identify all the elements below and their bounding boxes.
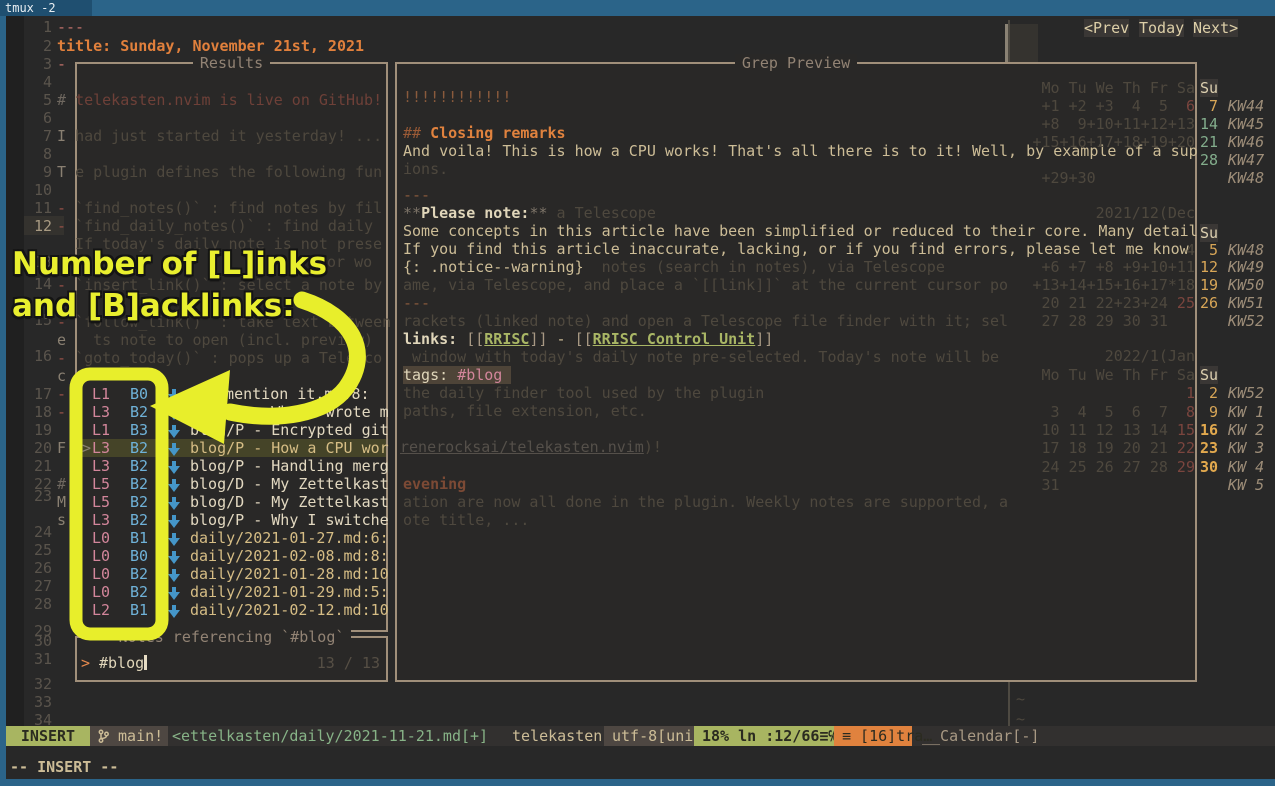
backlinks-count: B2 <box>130 403 148 421</box>
links-count: L0 <box>92 583 110 601</box>
status-segment-mode: INSERT <box>6 726 90 746</box>
result-filename: daily/2021-01-27.md:6: <box>190 529 389 547</box>
result-filename: daily/2021-01-29.md:5: <box>190 583 389 601</box>
result-row[interactable]: L0 B1 daily/2021-01-27.md:6: <box>77 529 386 547</box>
prompt-title: Notes referencing `#blog` <box>112 628 352 646</box>
backlinks-count: B2 <box>130 583 148 601</box>
down-arrow-icon <box>168 604 180 622</box>
backlinks-count: B2 <box>130 457 148 475</box>
result-row[interactable]: L0 B0 daily/2021-02-08.md:8: <box>77 547 386 565</box>
links-count: L3 <box>92 403 110 421</box>
result-filename: daily/2021-01-28.md:10 <box>190 565 389 583</box>
vim-mode-message: -- INSERT -- <box>10 758 118 776</box>
statusline: INSERT main!<ettelkasten/daily/2021-11-2… <box>6 726 1275 746</box>
annotation-text-line1: Number of [L]inks <box>12 244 327 284</box>
result-filename: blog/D - My Zettelkast <box>190 475 389 493</box>
links-count: L5 <box>92 493 110 511</box>
cursorline-highlight <box>24 216 64 235</box>
tmux-title-bar: tmux -2 <box>0 0 1275 16</box>
result-row[interactable]: L1 B3 blog/P - Encrypted git <box>77 421 386 439</box>
status-segment-plain: telekasten <box>504 726 610 746</box>
result-filename: blog/P - How a CPU wor <box>190 439 389 457</box>
tmux-title: tmux -2 <box>5 1 56 15</box>
links-count: L1 <box>92 421 110 439</box>
result-row[interactable]: L0 B2 daily/2021-01-28.md:10 <box>77 565 386 583</box>
results-title: Results <box>193 54 270 72</box>
result-filename: blog/P - Why I switche <box>190 511 389 529</box>
backlinks-count: B2 <box>130 493 148 511</box>
links-count: L1 <box>92 385 110 403</box>
backlinks-count: B0 <box>130 385 148 403</box>
result-filename: daily/2021-02-08.md:8: <box>190 547 389 565</box>
result-row[interactable]: L3 B2 blog/P - Handling merg <box>77 457 386 475</box>
result-filename: daily/2021-02-12.md:10 <box>190 601 389 619</box>
result-filename: blog/P - Encrypted git <box>190 421 389 439</box>
git-branch-icon <box>98 727 109 745</box>
backlinks-count: B0 <box>130 547 148 565</box>
result-filename: blog/D - My Zettelkast <box>190 493 389 511</box>
result-row[interactable]: L3 B2 blog/P - Why I switche <box>77 511 386 529</box>
calendar-nav-button[interactable]: <Prev <box>1084 19 1129 37</box>
result-row[interactable]: L3 B2 blog/P - Why I wrote m <box>77 403 386 421</box>
result-filename: i mention it.md:8: <box>207 385 370 403</box>
backlinks-count: B2 <box>130 439 148 457</box>
gutter-strip <box>6 16 24 726</box>
links-count: L3 <box>92 511 110 529</box>
backlinks-count: B3 <box>130 421 148 439</box>
status-segment-file: <ettelkasten/daily/2021-11-21.md[+] <box>164 726 496 746</box>
prompt-window[interactable]: Notes referencing `#blog` <box>75 636 388 682</box>
links-count: L2 <box>92 601 110 619</box>
links-count: L5 <box>92 475 110 493</box>
status-segment-pos: 18% ln :12/66≡℅:50 <box>694 726 834 746</box>
terminal-bottom-border <box>0 779 1275 786</box>
result-row[interactable]: L1 B0 i mention it.md:8: <box>77 385 386 403</box>
backlinks-count: B2 <box>130 475 148 493</box>
annotation-text-line2: and [B]acklinks: <box>12 286 295 326</box>
links-count: L0 <box>92 529 110 547</box>
result-row[interactable]: L5 B2 blog/D - My Zettelkast <box>77 493 386 511</box>
status-segment-cal: __Calendar[-] <box>914 726 1047 746</box>
result-filename: blog/P - Why I wrote m <box>190 403 389 421</box>
status-segment-tab: ≡ [16]tra… <box>834 726 912 746</box>
links-count: L0 <box>92 565 110 583</box>
status-segment-enc: utf-8[unix] <box>604 726 694 746</box>
result-row[interactable]: L5 B2 blog/D - My Zettelkast <box>77 475 386 493</box>
calendar-nav-button[interactable]: Next> <box>1193 19 1238 37</box>
result-row[interactable]: >L3 B2 blog/P - How a CPU wor <box>77 439 386 457</box>
selection-caret: > <box>82 439 91 457</box>
result-filename: blog/P - Handling merg <box>190 457 389 475</box>
links-count: L0 <box>92 547 110 565</box>
backlinks-count: B2 <box>130 511 148 529</box>
backlinks-count: B2 <box>130 565 148 583</box>
result-row[interactable]: L0 B2 daily/2021-01-29.md:5: <box>77 583 386 601</box>
links-count: L3 <box>92 457 110 475</box>
grep-preview-window: Grep Preview <box>395 62 1197 682</box>
terminal-screen: tmux -2 Results Notes referencing `#blog… <box>0 0 1275 786</box>
links-count: L3 <box>92 439 110 457</box>
preview-title: Grep Preview <box>735 54 857 72</box>
terminal-left-border <box>0 16 6 786</box>
backlinks-count: B1 <box>130 529 148 547</box>
calendar-nav-button[interactable]: Today <box>1139 19 1184 37</box>
backlinks-count: B1 <box>130 601 148 619</box>
status-segment-git: main! <box>90 726 168 746</box>
result-row[interactable]: L2 B1 daily/2021-02-12.md:10 <box>77 601 386 619</box>
